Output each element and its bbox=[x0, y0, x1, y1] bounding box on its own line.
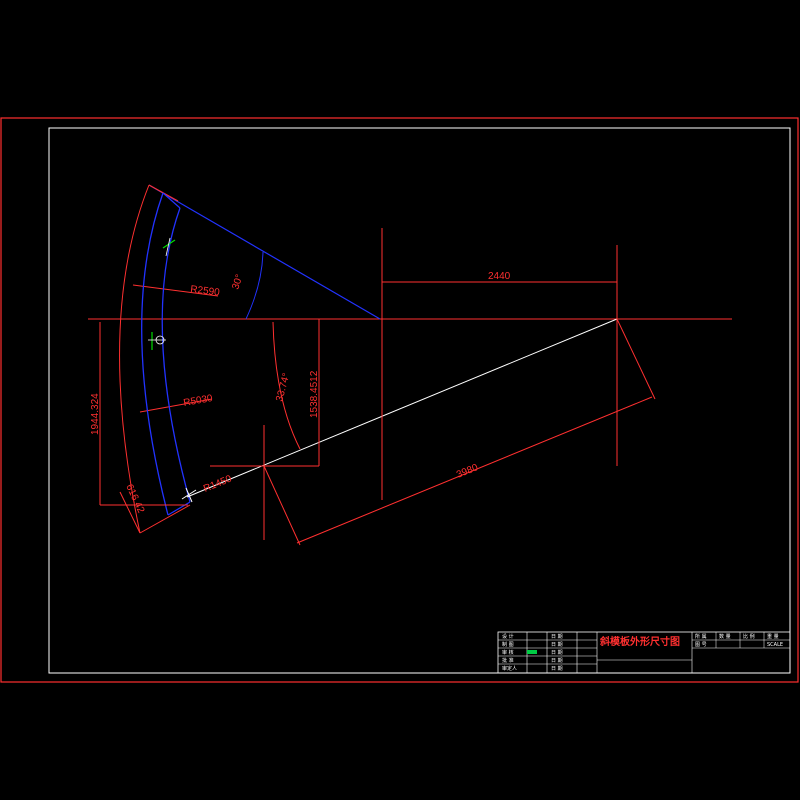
dim-line-616-end bbox=[139, 504, 191, 534]
dim-text-1538: 1538.4512 bbox=[309, 370, 320, 418]
dim-text-1450: R1450 bbox=[202, 473, 234, 494]
slanted-centerline bbox=[186, 318, 618, 498]
dim-ext-3980-right bbox=[616, 318, 656, 400]
dim-text-r5030: R5030 bbox=[183, 393, 214, 409]
tb-label-5: 审定人 bbox=[502, 665, 517, 672]
dim-text-2440: 2440 bbox=[488, 271, 511, 282]
blue-arc-outer bbox=[141, 192, 169, 516]
dim-text-3374: 33.74° bbox=[274, 372, 292, 403]
tb-header-3: 比 例 bbox=[743, 633, 755, 640]
tb-label-1: 设 计 bbox=[502, 633, 514, 640]
tb-date-2: 日 期 bbox=[551, 642, 563, 648]
arc-bottom-cap bbox=[167, 501, 191, 516]
tb-date-1: 日 期 bbox=[551, 634, 563, 640]
dim-text-3980: 3980 bbox=[455, 462, 480, 481]
tb-header-2: 数 量 bbox=[719, 633, 731, 640]
dim-text-1944: 1944.324 bbox=[90, 393, 101, 435]
tb-date-5: 日 期 bbox=[551, 666, 563, 672]
outer-arc bbox=[119, 184, 150, 534]
dim-ext-3980-left bbox=[263, 465, 301, 546]
tb-label-3: 审 核 bbox=[502, 649, 514, 656]
tb-scale-value: SCALE bbox=[767, 642, 783, 648]
sector-upper-edge bbox=[148, 184, 381, 320]
angle-arc-30 bbox=[245, 251, 264, 320]
tb-header-4: 重 量 bbox=[767, 633, 779, 640]
tb-header-1: 所 属 bbox=[695, 633, 707, 640]
dim-text-616: 616.42 bbox=[123, 483, 146, 516]
tb-label-2: 制 图 bbox=[502, 641, 514, 648]
dim-text-30: 30° bbox=[230, 273, 245, 291]
dim-text-r2590: R2590 bbox=[190, 284, 221, 299]
tb-drawing-number: 图 号 bbox=[695, 642, 707, 648]
tb-date-3: 日 期 bbox=[551, 650, 563, 656]
blue-arc-inner bbox=[161, 207, 191, 503]
tb-label-4: 批 准 bbox=[502, 657, 514, 664]
drawing-title: 斜模板外形尺寸图 bbox=[599, 635, 680, 648]
cad-drawing: 2440 R2590 30° R5030 33.74° 1538.4512 19… bbox=[0, 117, 799, 683]
tb-date-4: 日 期 bbox=[551, 658, 563, 664]
